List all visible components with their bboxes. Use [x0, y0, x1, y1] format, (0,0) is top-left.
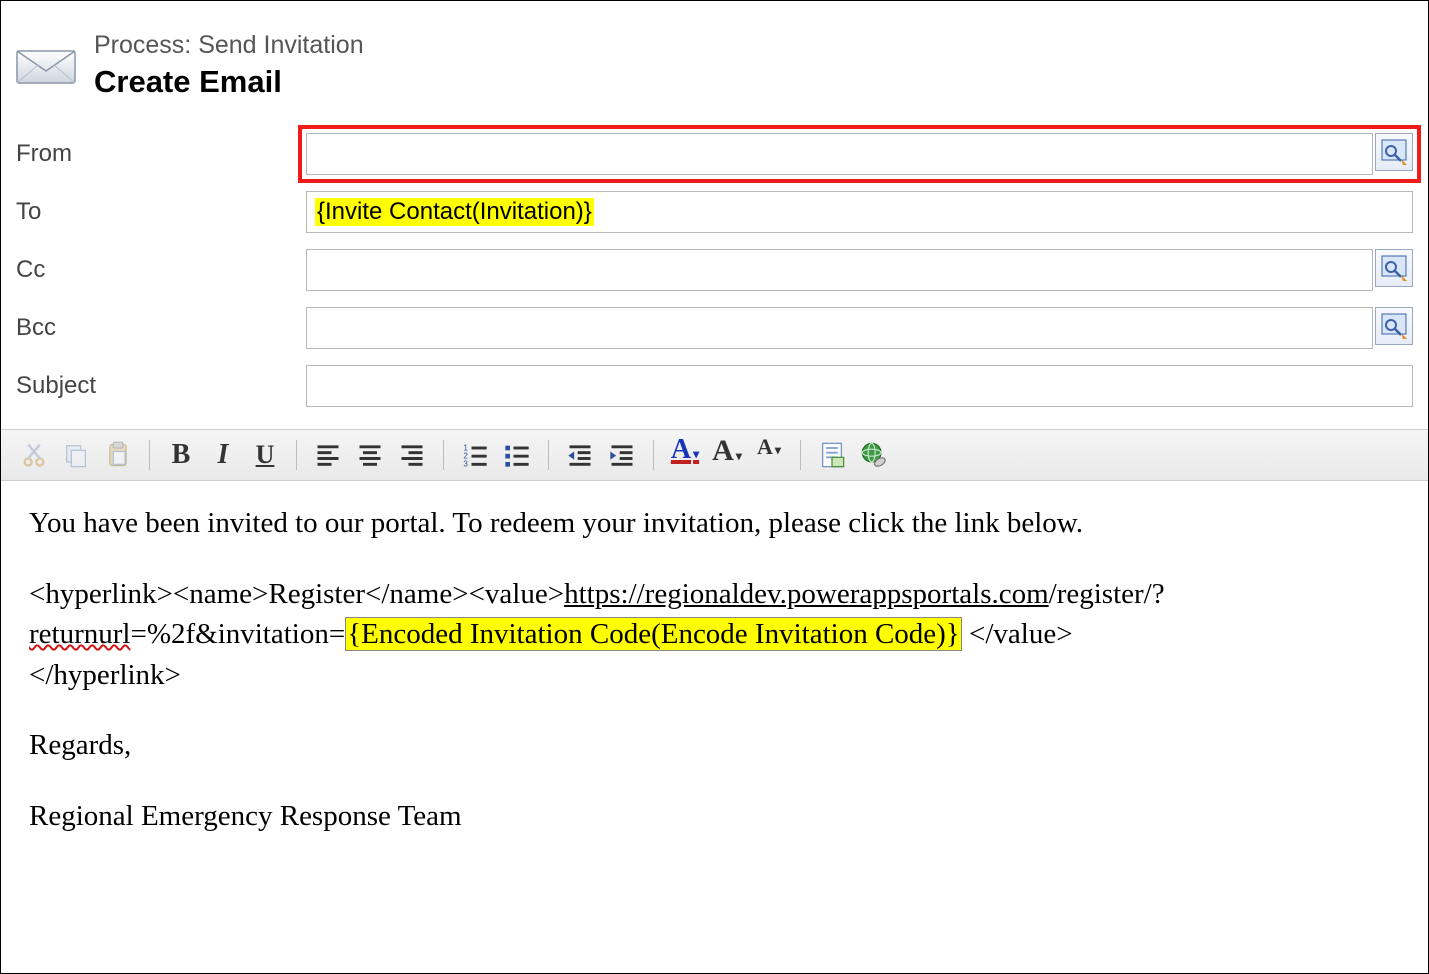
to-label: To	[16, 198, 306, 226]
process-label: Process: Send Invitation	[94, 31, 364, 60]
insert-template-button[interactable]	[811, 434, 853, 476]
body-regards: Regards,	[29, 725, 1400, 766]
bcc-label: Bcc	[16, 314, 306, 342]
toolbar-separator	[296, 440, 297, 470]
page-title: Create Email	[94, 64, 364, 100]
font-shrink-button[interactable]: A▾	[748, 434, 790, 476]
insert-link-button[interactable]	[853, 434, 895, 476]
editor-toolbar: B I U 123 A▾ A▾ A▾	[1, 429, 1428, 481]
outdent-button[interactable]	[559, 434, 601, 476]
toolbar-separator	[548, 440, 549, 470]
align-left-button[interactable]	[307, 434, 349, 476]
from-row: From	[1, 125, 1428, 183]
align-right-button[interactable]	[391, 434, 433, 476]
to-placeholder-token: {Invite Contact(Invitation)}	[315, 198, 594, 226]
body-signature: Regional Emergency Response Team	[29, 796, 1400, 837]
font-color-button[interactable]: A▾	[664, 434, 706, 476]
toolbar-separator	[653, 440, 654, 470]
italic-button[interactable]: I	[202, 434, 244, 476]
body-hyperlink-block: <hyperlink><name>Register</name><value>h…	[29, 574, 1400, 696]
body-line-intro: You have been invited to our portal. To …	[29, 503, 1400, 544]
from-field[interactable]	[306, 133, 1373, 175]
to-row: To {Invite Contact(Invitation)}	[1, 183, 1428, 241]
numbered-list-button[interactable]: 123	[454, 434, 496, 476]
bold-button[interactable]: B	[160, 434, 202, 476]
subject-field[interactable]	[306, 365, 1413, 407]
underline-button[interactable]: U	[244, 434, 286, 476]
to-field[interactable]: {Invite Contact(Invitation)}	[306, 191, 1413, 233]
page-header: Process: Send Invitation Create Email	[1, 1, 1428, 125]
subject-label: Subject	[16, 372, 306, 400]
indent-button[interactable]	[601, 434, 643, 476]
cc-field[interactable]	[306, 249, 1373, 291]
envelope-icon	[16, 43, 76, 85]
bcc-row: Bcc	[1, 299, 1428, 357]
from-lookup-button[interactable]	[1375, 133, 1413, 171]
subject-row: Subject	[1, 357, 1428, 415]
cut-button[interactable]	[13, 434, 55, 476]
align-center-button[interactable]	[349, 434, 391, 476]
svg-text:3: 3	[463, 460, 468, 469]
cc-label: Cc	[16, 256, 306, 284]
bcc-field[interactable]	[306, 307, 1373, 349]
from-label: From	[16, 140, 306, 168]
font-grow-button[interactable]: A▾	[706, 434, 748, 476]
toolbar-separator	[443, 440, 444, 470]
toolbar-separator	[149, 440, 150, 470]
bcc-lookup-button[interactable]	[1375, 307, 1413, 345]
paste-button[interactable]	[97, 434, 139, 476]
cc-lookup-button[interactable]	[1375, 249, 1413, 287]
cc-row: Cc	[1, 241, 1428, 299]
copy-button[interactable]	[55, 434, 97, 476]
toolbar-separator	[800, 440, 801, 470]
email-body-editor[interactable]: You have been invited to our portal. To …	[1, 481, 1428, 859]
bullet-list-button[interactable]	[496, 434, 538, 476]
invitation-code-token: {Encoded Invitation Code(Encode Invitati…	[345, 617, 962, 651]
